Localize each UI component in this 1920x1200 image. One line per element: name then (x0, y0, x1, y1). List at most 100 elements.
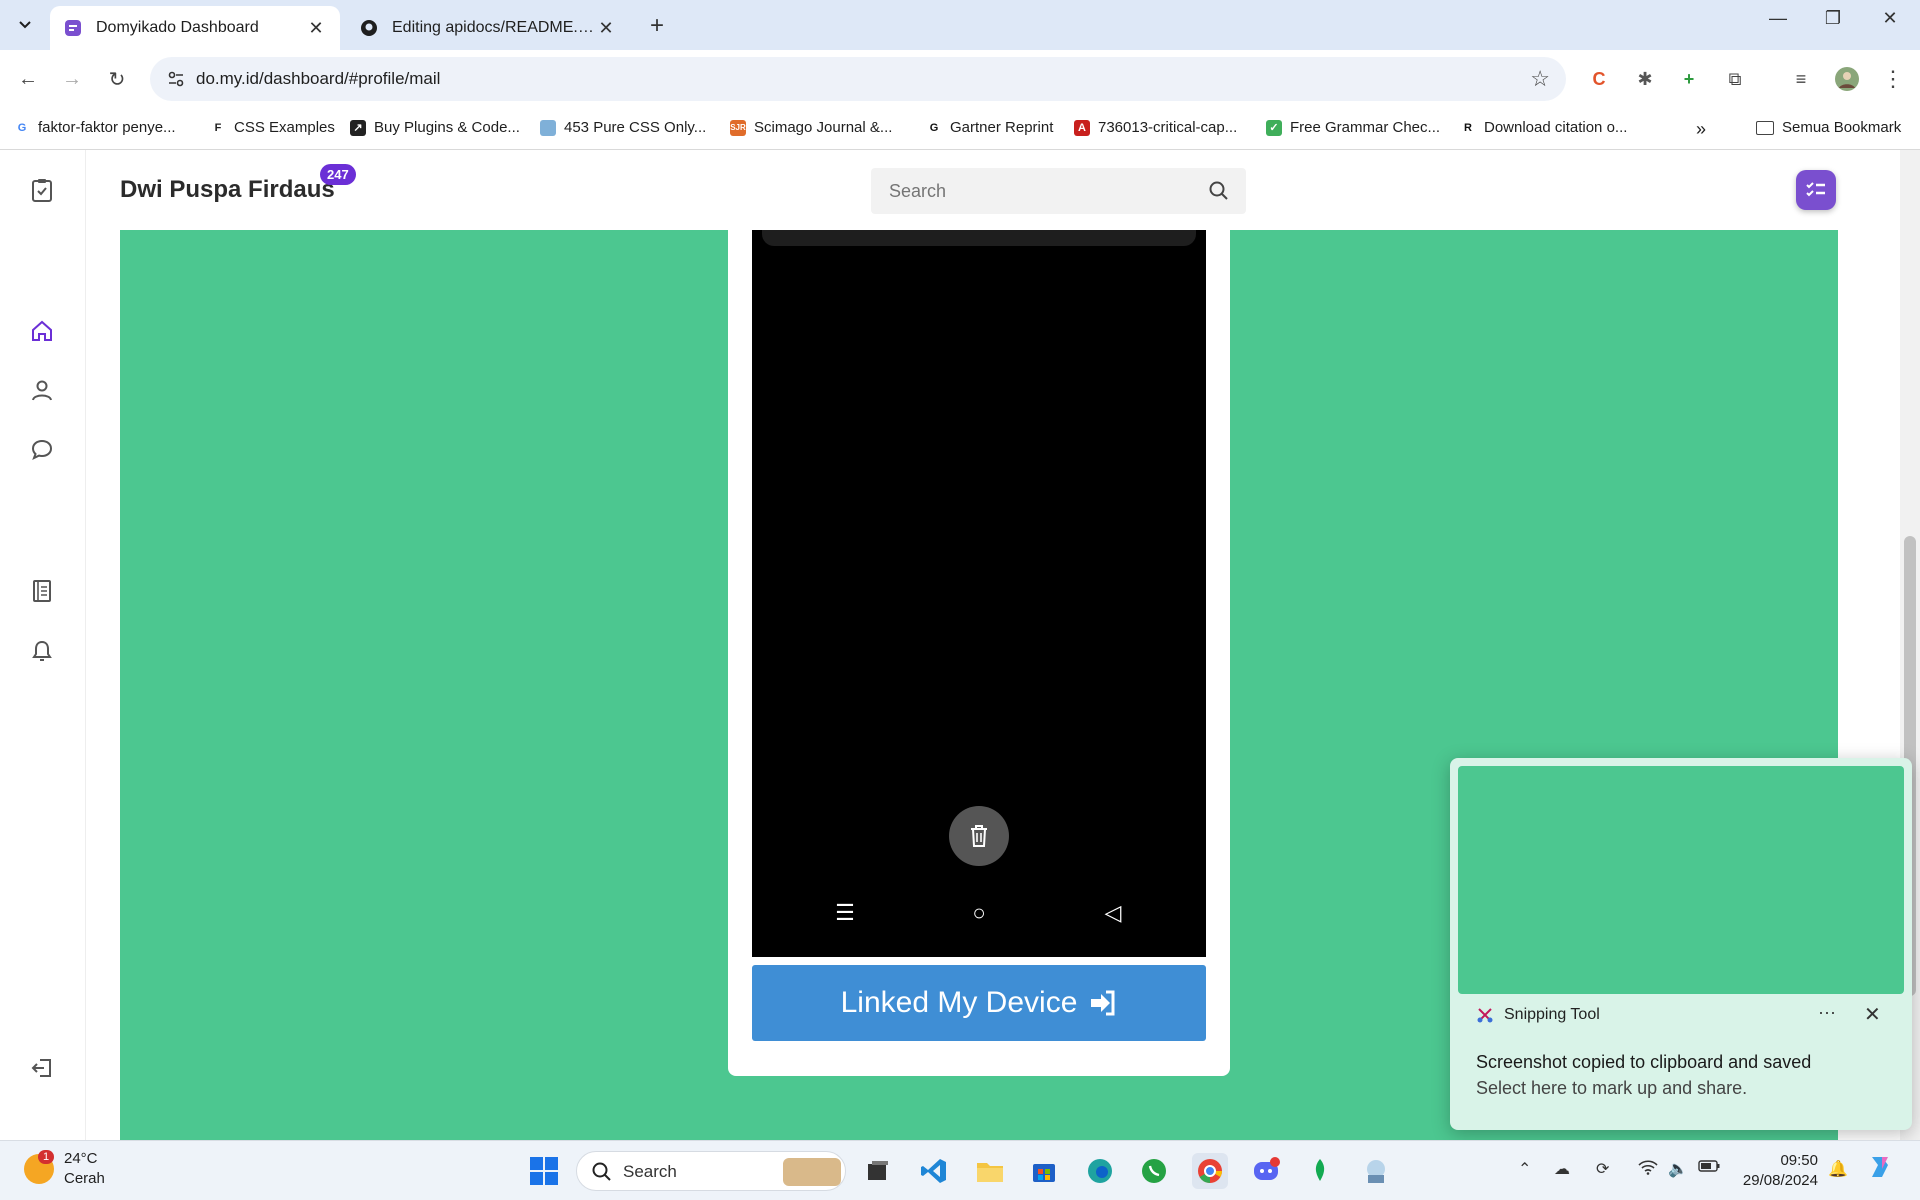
tasks-clipboard-icon[interactable] (28, 176, 56, 204)
extension-bug-icon[interactable]: ✱ (1632, 66, 1658, 92)
wifi-icon[interactable] (1638, 1159, 1658, 1180)
grammar-icon: ✓ (1266, 119, 1282, 136)
bookmark-item[interactable]: SJR Scimago Journal &... (730, 119, 892, 136)
edge-browser-icon[interactable] (1082, 1153, 1118, 1189)
bookmark-item[interactable]: ✓ Free Grammar Chec... (1266, 119, 1440, 136)
restore-window-icon[interactable]: ❐ (1813, 8, 1853, 29)
site-settings-icon[interactable] (166, 69, 186, 89)
close-window-icon[interactable]: ✕ (1870, 8, 1910, 29)
new-tab-plus-icon[interactable]: + (650, 12, 664, 40)
system-clock[interactable]: 09:50 29/08/2024 (1738, 1151, 1818, 1191)
toast-message: Screenshot copied to clipboard and saved (1476, 1052, 1812, 1072)
toast-subtext: Select here to mark up and share. (1476, 1078, 1748, 1098)
bookmark-label: Buy Plugins & Code... (374, 119, 520, 136)
back-triangle-icon[interactable]: ◁ (1098, 900, 1128, 926)
volume-speaker-icon[interactable]: 🔈 (1668, 1159, 1688, 1179)
windows-start-icon[interactable] (526, 1153, 562, 1189)
sync-icon[interactable]: ⟳ (1596, 1159, 1609, 1179)
reload-icon[interactable]: ↻ (102, 64, 132, 94)
delete-trash-button[interactable] (949, 806, 1009, 866)
close-tab-icon[interactable]: ✕ (596, 18, 616, 39)
task-view-icon[interactable] (860, 1153, 896, 1189)
bookmark-item[interactable]: F CSS Examples (210, 119, 335, 136)
whatsapp-icon[interactable] (1136, 1153, 1172, 1189)
bookmark-item[interactable]: G faktor-faktor penye... (14, 119, 176, 136)
screenshot-preview[interactable] (1458, 766, 1904, 994)
snipping-tool-notification[interactable]: Snipping Tool ··· ✕ Screenshot copied to… (1450, 758, 1912, 1130)
address-bar[interactable]: do.my.id/dashboard/#profile/mail ☆ (150, 57, 1566, 101)
tab-search-chevron-icon[interactable] (12, 12, 38, 38)
dashboard-search (871, 168, 1246, 214)
profile-avatar[interactable] (1834, 66, 1860, 92)
more-bookmarks-chevron-icon[interactable]: » (1696, 119, 1706, 140)
researchgate-icon: R (1460, 119, 1476, 136)
toast-more-options-icon[interactable]: ··· (1818, 1002, 1836, 1023)
all-bookmarks-folder[interactable]: Semua Bookmark (1756, 119, 1901, 136)
bookmarks-bar: G faktor-faktor penye... F CSS Examples … (0, 108, 1920, 150)
domyikado-favicon-icon (64, 19, 82, 37)
microsoft-store-icon[interactable] (1026, 1153, 1062, 1189)
media-control-icon[interactable]: ≡ (1788, 66, 1814, 92)
search-input[interactable] (871, 168, 1191, 214)
search-icon[interactable] (1208, 180, 1230, 207)
tab-github-editing[interactable]: Editing apidocs/README.md at ✕ (346, 6, 630, 50)
bookmark-item[interactable]: G Gartner Reprint (926, 119, 1053, 136)
bookmark-label: Free Grammar Chec... (1290, 119, 1441, 136)
bookmark-item[interactable]: A 736013-critical-cap... (1074, 119, 1237, 136)
bookmark-label: Download citation o... (1484, 119, 1628, 136)
extension-plus-icon[interactable]: + (1676, 66, 1702, 92)
side-navigation (0, 150, 86, 1140)
bookmark-item[interactable]: 453 Pure CSS Only... (540, 119, 706, 136)
taskbar-search[interactable]: Search (576, 1151, 846, 1191)
chat-bubble-icon[interactable] (28, 436, 56, 464)
back-arrow-icon[interactable]: ← (13, 64, 43, 94)
minimize-window-icon[interactable]: — (1758, 8, 1798, 29)
button-label: Linked My Device (840, 986, 1078, 1019)
windows-taskbar: 1 24°C Cerah Search ⌃ ☁ ⟳ 🔈 09:50 29/08/… (0, 1140, 1920, 1200)
weather-widget[interactable]: 1 24°C Cerah (24, 1149, 105, 1189)
extension-c-icon[interactable]: C (1586, 66, 1612, 92)
tab-title: Editing apidocs/README.md at (392, 19, 596, 36)
bookmark-label: 736013-critical-cap... (1098, 119, 1238, 136)
discord-icon[interactable] (1248, 1153, 1284, 1189)
browser-menu-icon[interactable]: ⋮ (1880, 66, 1906, 92)
battery-icon[interactable] (1698, 1159, 1720, 1177)
home-icon[interactable] (28, 317, 56, 345)
vscode-icon[interactable] (916, 1153, 952, 1189)
notification-count-badge: 247 (320, 164, 356, 185)
recent-apps-icon[interactable]: ☰ (830, 900, 860, 926)
app-logo-icon[interactable] (1796, 170, 1836, 210)
plugins-icon: ↗ (350, 119, 366, 136)
extensions-puzzle-icon[interactable]: ⧉ (1722, 66, 1748, 92)
weather-badge: 1 (38, 1150, 55, 1164)
notification-bell-icon[interactable] (28, 637, 56, 665)
app-character-icon[interactable] (1358, 1153, 1394, 1189)
device-screen-preview: ☰ ○ ◁ (752, 230, 1206, 957)
file-explorer-icon[interactable] (972, 1153, 1008, 1189)
show-hidden-icons-chevron[interactable]: ⌃ (1518, 1159, 1531, 1179)
weather-temp: 24°C (64, 1150, 98, 1167)
linked-my-device-button[interactable]: Linked My Device (752, 965, 1206, 1041)
mongodb-leaf-icon[interactable] (1302, 1153, 1338, 1189)
close-tab-icon[interactable]: ✕ (306, 18, 326, 39)
clock-time: 09:50 (1780, 1152, 1818, 1169)
forward-arrow-icon[interactable]: → (57, 64, 87, 94)
dashboard-header: Dwi Puspa Firdaus 247 (86, 150, 1900, 230)
logout-icon[interactable] (28, 1054, 56, 1082)
bookmark-label: Gartner Reprint (950, 119, 1054, 136)
profile-user-icon[interactable] (28, 376, 56, 404)
copilot-icon[interactable] (1866, 1153, 1894, 1186)
bookmark-star-icon[interactable]: ☆ (1530, 66, 1550, 92)
chrome-icon[interactable] (1192, 1153, 1228, 1189)
bookmark-item[interactable]: R Download citation o... (1460, 119, 1627, 136)
document-list-icon[interactable] (28, 577, 56, 605)
tab-domyikado-dashboard[interactable]: Domyikado Dashboard ✕ (50, 6, 340, 50)
toast-close-icon[interactable]: ✕ (1864, 1002, 1881, 1027)
bookmark-item[interactable]: ↗ Buy Plugins & Code... (350, 119, 520, 136)
notifications-bell-icon[interactable]: 🔔 (1828, 1159, 1848, 1179)
sign-in-icon (1091, 990, 1115, 1016)
tab-title: Domyikado Dashboard (96, 19, 259, 36)
home-circle-icon[interactable]: ○ (964, 900, 994, 926)
screen-top-strip (762, 230, 1196, 246)
onedrive-cloud-icon[interactable]: ☁ (1554, 1159, 1570, 1179)
